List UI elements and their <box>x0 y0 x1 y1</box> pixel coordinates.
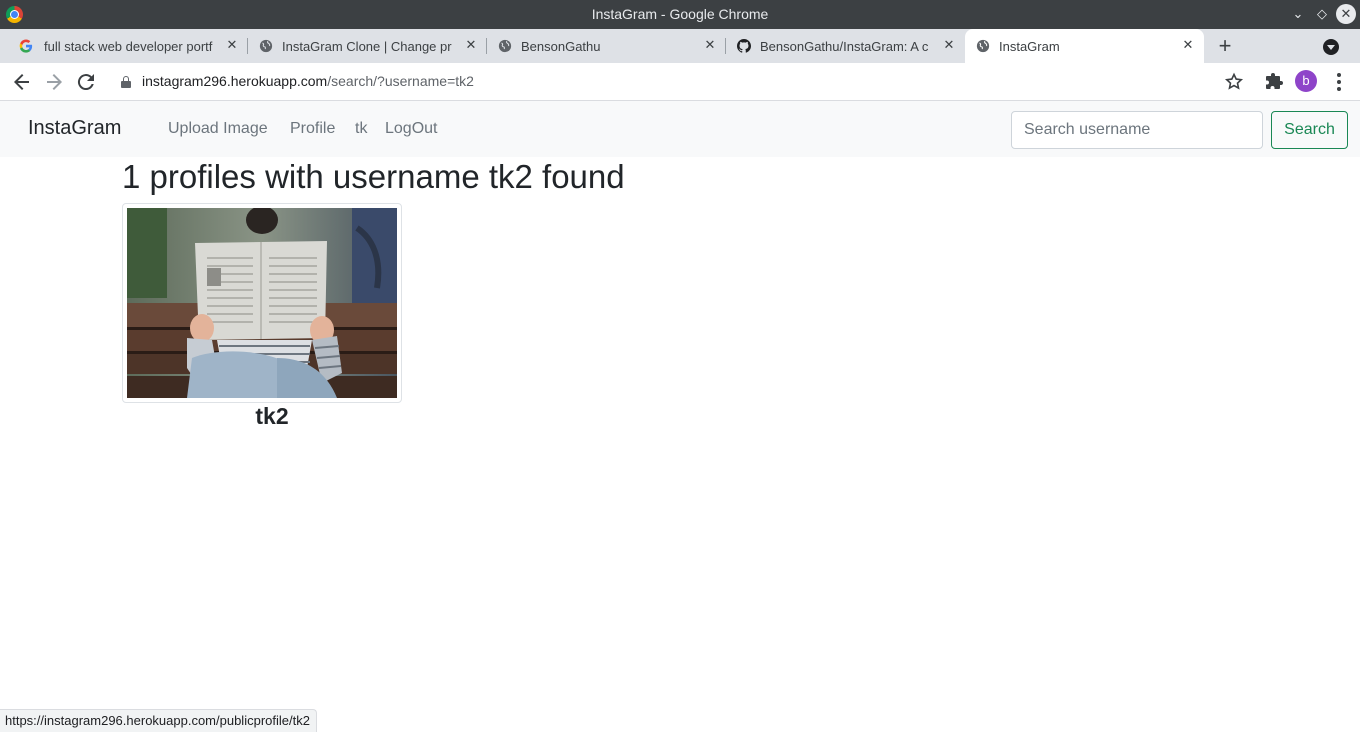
profile-username[interactable]: tk2 <box>122 403 422 430</box>
tab-strip: full stack web developer portf ✕ InstaGr… <box>0 29 1360 63</box>
tab-close-icon[interactable]: ✕ <box>941 37 957 53</box>
globe-icon <box>259 39 273 53</box>
window-close-icon[interactable]: ✕ <box>1336 4 1356 24</box>
url-host: instagram296.herokuapp.com <box>142 73 328 89</box>
tab-close-icon[interactable]: ✕ <box>224 37 240 53</box>
tab-portfolio[interactable]: full stack web developer portf ✕ <box>8 29 248 63</box>
tab-close-icon[interactable]: ✕ <box>702 37 718 53</box>
nav-upload-image[interactable]: Upload Image <box>168 120 268 138</box>
search-button[interactable]: Search <box>1271 111 1348 149</box>
tab-instagram-active[interactable]: InstaGram ✕ <box>965 29 1204 63</box>
brand-link[interactable]: InstaGram <box>28 117 121 140</box>
globe-icon <box>498 39 512 53</box>
maximize-icon[interactable]: ◇ <box>1312 4 1332 24</box>
address-bar[interactable]: instagram296.herokuapp.com/search/?usern… <box>142 73 474 89</box>
nav-logout[interactable]: LogOut <box>385 120 437 138</box>
forward-arrow-icon[interactable] <box>42 70 66 94</box>
tab-label: BensonGathu <box>521 39 601 54</box>
profile-result-card[interactable] <box>122 203 402 403</box>
profile-avatar[interactable]: b <box>1295 70 1317 92</box>
tab-label: full stack web developer portf <box>44 39 213 54</box>
url-path: /search/?username=tk2 <box>327 73 474 89</box>
browser-toolbar: instagram296.herokuapp.com/search/?usern… <box>0 63 1360 101</box>
tab-github-repo[interactable]: BensonGathu/InstaGram: A c ✕ <box>726 29 965 63</box>
results-heading: 1 profiles with username tk2 found <box>122 158 625 195</box>
window-title: InstaGram - Google Chrome <box>591 6 769 22</box>
search-username-input[interactable] <box>1011 111 1263 149</box>
lock-icon[interactable] <box>121 76 131 88</box>
tab-change-profile[interactable]: InstaGram Clone | Change pr ✕ <box>248 29 487 63</box>
tab-search-icon[interactable] <box>1323 39 1339 55</box>
link-status-bar: https://instagram296.herokuapp.com/publi… <box>0 709 317 732</box>
minimize-icon[interactable]: ⌄ <box>1288 4 1308 24</box>
nav-user-tk[interactable]: tk <box>355 120 367 138</box>
back-arrow-icon[interactable] <box>10 70 34 94</box>
tab-label: BensonGathu/InstaGram: A c <box>760 39 929 54</box>
bookmark-star-icon[interactable] <box>1222 70 1246 94</box>
globe-icon <box>976 39 990 53</box>
google-icon <box>19 39 33 53</box>
tab-label: InstaGram <box>999 39 1060 54</box>
tab-close-icon[interactable]: ✕ <box>463 37 479 53</box>
tab-close-icon[interactable]: ✕ <box>1180 37 1196 53</box>
profile-image[interactable] <box>127 206 397 398</box>
site-navbar: InstaGram Upload Image Profile tk LogOut… <box>0 101 1360 157</box>
window-titlebar: InstaGram - Google Chrome ⌄ ◇ ✕ <box>0 0 1360 29</box>
new-tab-icon[interactable]: + <box>1214 35 1236 58</box>
tab-label: InstaGram Clone | Change pr <box>282 39 452 54</box>
extensions-puzzle-icon[interactable] <box>1262 70 1286 94</box>
kebab-menu-icon[interactable] <box>1327 70 1351 94</box>
nav-profile[interactable]: Profile <box>290 120 335 138</box>
reload-icon[interactable] <box>74 70 98 94</box>
github-icon <box>737 39 751 53</box>
tab-bensongathu[interactable]: BensonGathu ✕ <box>487 29 726 63</box>
